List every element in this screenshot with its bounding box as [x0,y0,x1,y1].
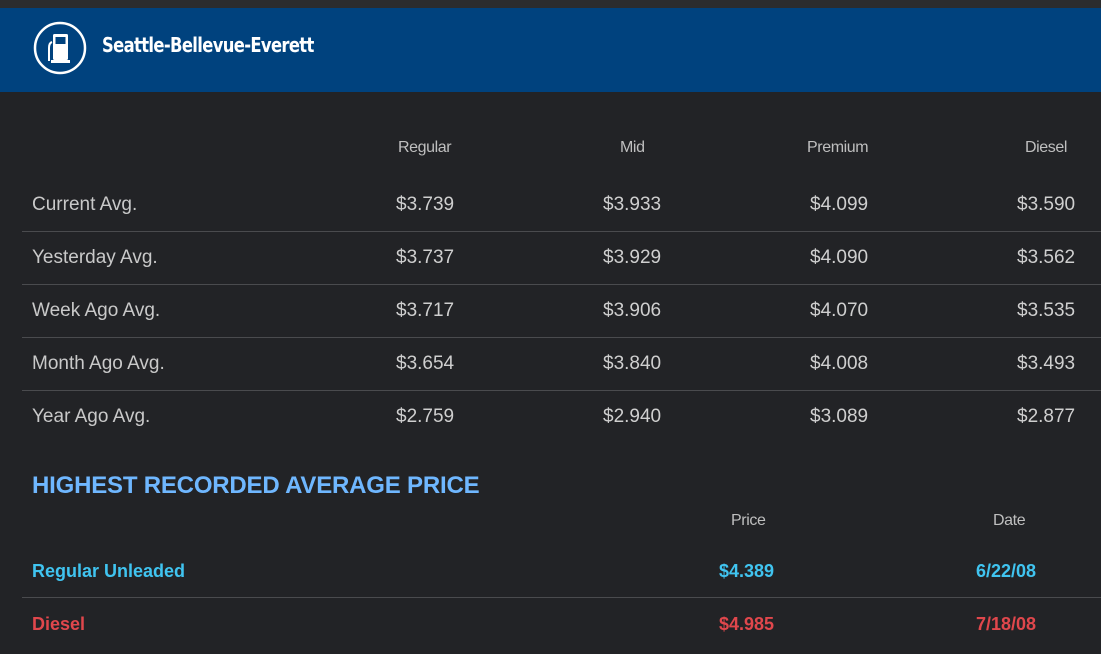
table-row: Month Ago Avg. $3.654 $3.840 $4.008 $3.4… [22,337,1101,391]
row-label: Yesterday Avg. [32,247,158,268]
highest-price: $4.985 [719,614,775,634]
diesel-price: $3.590 [1017,194,1076,215]
diesel-price: $3.562 [1017,247,1076,268]
section-title-highest: HIGHEST RECORDED AVERAGE PRICE [32,472,480,499]
premium-price: $4.070 [810,300,869,321]
row-label: Week Ago Avg. [32,300,161,321]
page-header: Seattle-Bellevue-Everett [0,8,1101,92]
table-row: Year Ago Avg. $2.759 $2.940 $3.089 $2.87… [22,390,1101,443]
mid-price: $3.929 [603,247,662,268]
highest-date: 6/22/08 [976,561,1037,581]
premium-price: $3.089 [810,406,869,427]
row-label: Month Ago Avg. [32,353,165,374]
gas-pump-icon [32,20,88,76]
mid-price: $3.933 [603,194,662,215]
mid-price: $3.840 [603,353,662,374]
column-header-diesel: Diesel [1025,139,1068,156]
highest-row-diesel: Diesel $4.985 7/18/08 [22,597,1101,650]
premium-price: $4.099 [810,194,869,215]
regular-price: $3.654 [396,353,455,374]
regular-price: $3.737 [396,247,455,268]
column-header-mid: Mid [620,139,645,156]
row-label: Year Ago Avg. [32,406,151,427]
highest-date: 7/18/08 [976,614,1037,634]
column-header-price: Price [731,512,766,529]
mid-price: $3.906 [603,300,662,321]
diesel-price: $3.535 [1017,300,1076,321]
premium-price: $4.008 [810,353,869,374]
mid-price: $2.940 [603,406,662,427]
row-label: Diesel [32,614,86,634]
column-header-premium: Premium [807,139,869,156]
highest-price: $4.389 [719,561,775,581]
column-header-regular: Regular [398,139,452,156]
regular-price: $2.759 [396,406,455,427]
premium-price: $4.090 [810,247,869,268]
table-row: Yesterday Avg. $3.737 $3.929 $4.090 $3.5… [22,231,1101,285]
row-label: Regular Unleaded [32,561,186,581]
column-header-date: Date [993,512,1026,529]
regular-price: $3.717 [396,300,455,321]
table-row: Week Ago Avg. $3.717 $3.906 $4.070 $3.53… [22,284,1101,338]
diesel-price: $3.493 [1017,353,1076,374]
table-row: Current Avg. $3.739 $3.933 $4.099 $3.590 [22,178,1101,232]
regular-price: $3.739 [396,194,455,215]
row-label: Current Avg. [32,194,138,215]
diesel-price: $2.877 [1017,406,1076,427]
page-title: Seattle-Bellevue-Everett [102,33,314,57]
highest-row-regular: Regular Unleaded $4.389 6/22/08 [22,544,1101,598]
